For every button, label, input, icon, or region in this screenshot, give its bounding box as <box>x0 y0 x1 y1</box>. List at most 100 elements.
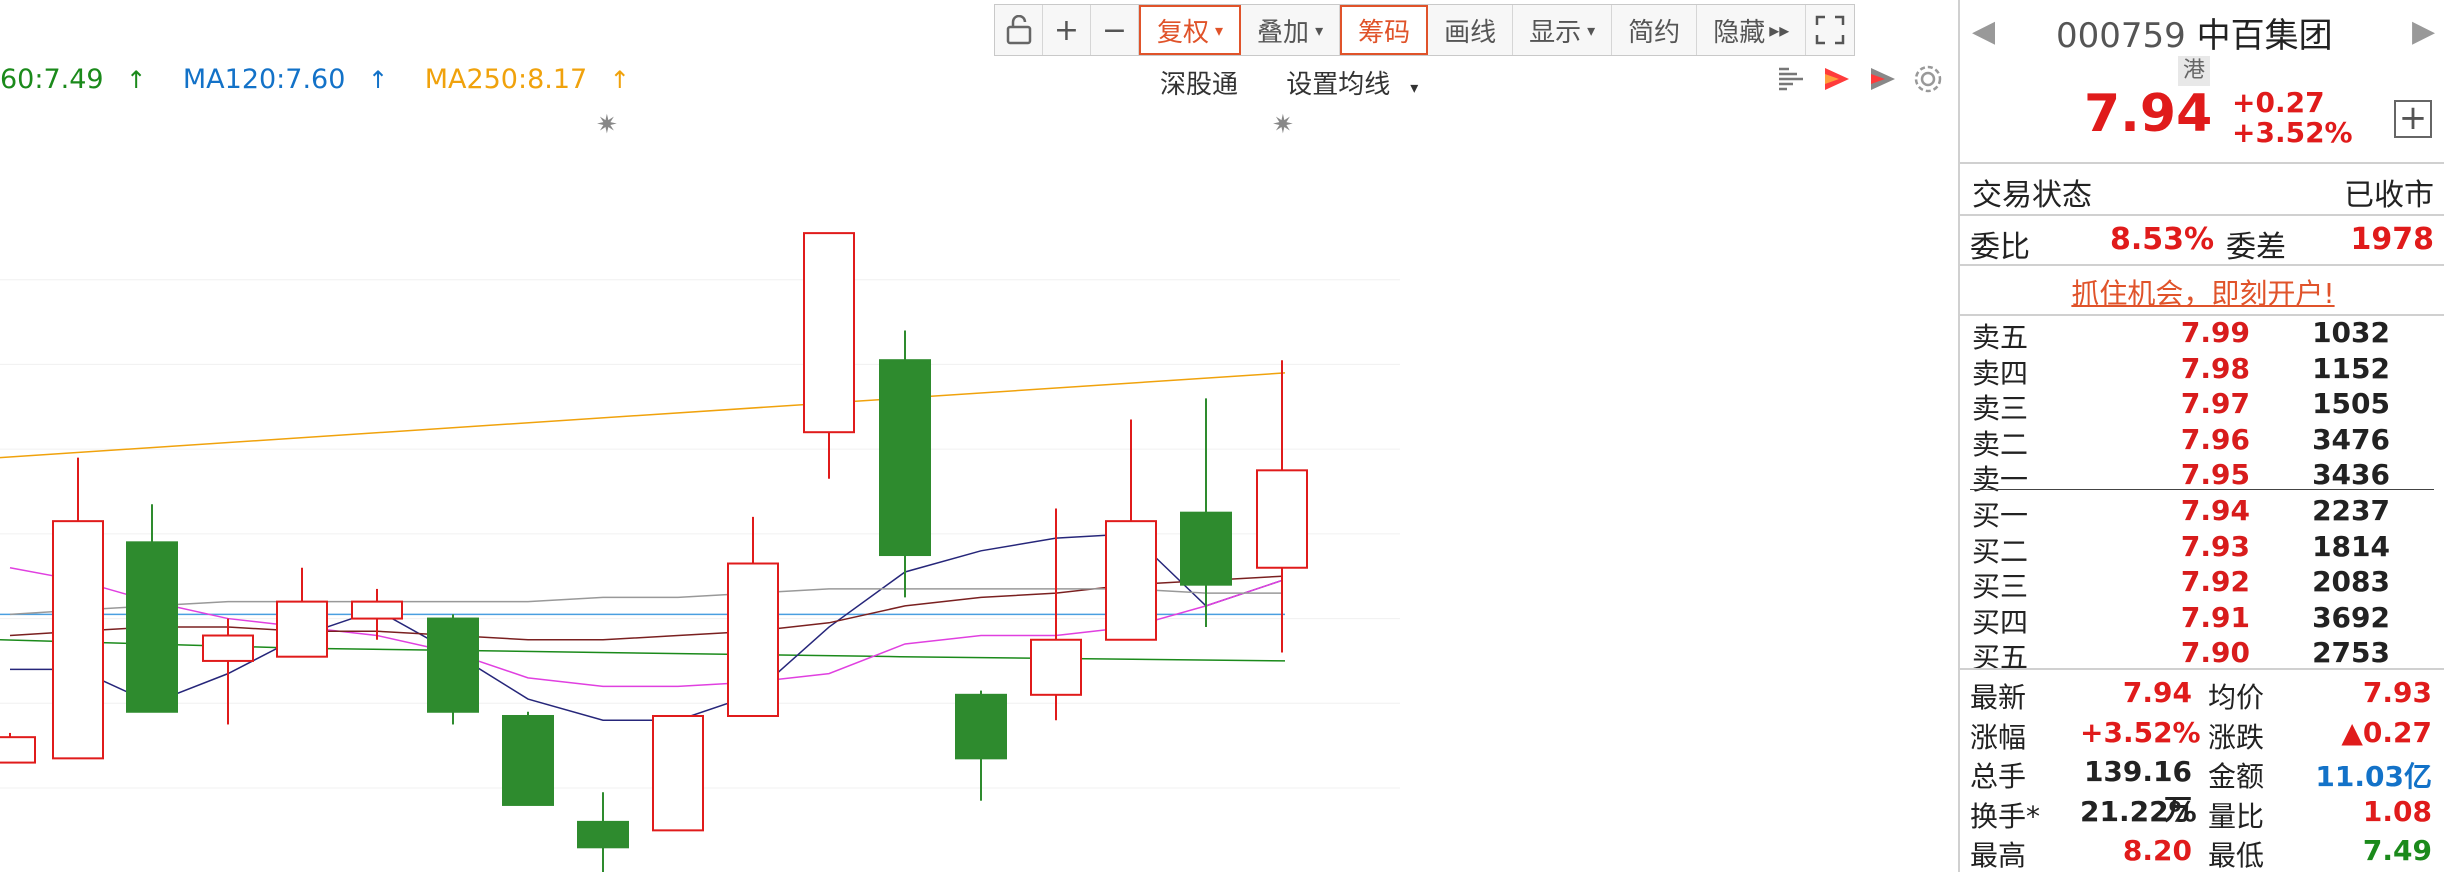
unlock-icon[interactable] <box>995 5 1043 55</box>
stat-value: 11.03亿 <box>2315 760 2432 793</box>
sell-price: 7.99 <box>2180 316 2250 349</box>
price-change: +0.27 +3.52% <box>2232 86 2353 149</box>
sell-label: 卖三 <box>1972 392 2029 425</box>
chart-toolbar: + − 复权 ▾ 叠加 ▾ 筹码 画线 显示 ▾ 简约 隐藏 ▸▸ <box>994 4 1856 56</box>
chip-color-icon[interactable] <box>1820 64 1852 96</box>
quote-panel: ◀ ▶ 000759 中百集团 港 7.94 +0.27 +3.52% + 交易… <box>1958 0 2444 872</box>
up-candle <box>276 600 328 658</box>
up-candle <box>727 562 779 717</box>
stat-label: 最新 <box>1970 681 2027 714</box>
stat-value: 7.49 <box>2362 834 2432 867</box>
zoom-out-button[interactable]: − <box>1091 5 1139 55</box>
ma120-value: MA120:7.60 ↑ <box>182 64 389 95</box>
buy-row[interactable]: 买四 7.91 3692 <box>1960 600 2444 639</box>
stat-label: 涨跌 <box>2208 720 2265 754</box>
sell-label: 卖四 <box>1972 356 2029 390</box>
sell-row[interactable]: 卖四 7.98 1152 <box>1960 351 2444 390</box>
down-candle <box>879 359 931 557</box>
up-candle <box>803 232 855 434</box>
sell-volume: 1032 <box>2312 316 2390 349</box>
buy-label: 买二 <box>1972 534 2029 568</box>
kline-chart[interactable]: 8.608.408.208.007.807.607.407.207.007.47 <box>0 100 1400 872</box>
stat-label: 最高 <box>1970 839 2027 872</box>
buy-price: 7.94 <box>2180 494 2250 527</box>
up-candle <box>52 520 104 760</box>
sell-label: 卖二 <box>1972 427 2029 461</box>
fuquan-button[interactable]: 复权 ▾ <box>1139 5 1242 55</box>
draw-line-button[interactable]: 画线 <box>1428 5 1514 55</box>
up-candle <box>1105 520 1157 641</box>
buy-volume: 2753 <box>2312 636 2390 669</box>
stat-row: 最新 7.94 均价 7.93 <box>1960 676 2444 714</box>
stat-row: 换手* 21.22% 量比 1.08 <box>1960 795 2444 833</box>
promo-row: 抓住机会，即刻开户! <box>1960 272 2444 312</box>
buy-volume: 3692 <box>2312 600 2390 634</box>
fullscreen-icon[interactable] <box>1806 5 1854 55</box>
prev-stock-icon[interactable]: ◀ <box>1972 14 1995 49</box>
event-marker-icon[interactable]: ✷ <box>596 110 618 140</box>
buy-volume: 1814 <box>2312 529 2390 563</box>
down-candle <box>427 617 479 713</box>
sell-volume: 3436 <box>2312 458 2390 491</box>
stat-value: +3.52% <box>2080 715 2201 749</box>
stat-row: 总手 139.16万 金额 11.03亿 <box>1960 755 2444 826</box>
ma30-line <box>9 588 1282 616</box>
ma20-line <box>9 575 1283 641</box>
buy-price: 7.93 <box>2180 529 2250 563</box>
buy-row[interactable]: 买一 7.94 2237 <box>1960 494 2444 532</box>
display-button[interactable]: 显示 ▾ <box>1513 5 1613 55</box>
set-ma-link[interactable]: 设置均线 ▾ <box>1266 70 1418 100</box>
down-candle <box>502 714 554 806</box>
settings-gear-icon[interactable] <box>1912 64 1944 96</box>
sgt-link[interactable]: 深股通 <box>1160 70 1238 100</box>
chip-button[interactable]: 筹码 <box>1340 5 1429 55</box>
buy-label: 买四 <box>1972 605 2029 639</box>
stat-label: 均价 <box>2208 681 2265 714</box>
add-watchlist-button[interactable]: + <box>2394 100 2432 138</box>
stat-label: 金额 <box>2208 760 2265 793</box>
chip-tools <box>1774 64 1944 96</box>
buy-row[interactable]: 买五 7.90 2753 <box>1960 636 2444 674</box>
sell-row[interactable]: 卖三 7.97 1505 <box>1960 387 2444 425</box>
down-candle <box>126 541 178 713</box>
buy-price: 7.90 <box>2180 636 2250 669</box>
stat-row: 涨幅 +3.52% 涨跌 ▲0.27 <box>1960 716 2444 754</box>
buy-row[interactable]: 买二 7.93 1814 <box>1960 529 2444 568</box>
buy-label: 买一 <box>1972 499 2029 532</box>
stat-label: 换手* <box>1970 799 2041 833</box>
stat-row: 最高 8.20 最低 7.49 <box>1960 834 2444 872</box>
buy-volume: 2083 <box>2312 565 2390 598</box>
simple-button[interactable]: 简约 <box>1612 5 1698 55</box>
ma60-value: 60:7.49 ↑ <box>0 64 147 95</box>
up-candle <box>1030 638 1082 696</box>
up-candle <box>652 714 704 832</box>
stock-title: 000759 中百集团 <box>2056 16 2333 56</box>
ma-legend: 60:7.49 ↑ MA120:7.60 ↑ MA250:8.17 ↑ <box>0 64 658 95</box>
stat-label: 涨幅 <box>1970 720 2027 754</box>
hk-connect-badge: 港 <box>2178 56 2210 86</box>
stat-value: 7.93 <box>2362 676 2432 709</box>
next-stock-icon[interactable]: ▶ <box>2412 14 2435 49</box>
sell-volume: 1152 <box>2312 351 2390 385</box>
stat-value: 7.94 <box>2122 676 2192 709</box>
stat-label: 总手 <box>1970 760 2027 793</box>
sub-links: 深股通 设置均线 ▾ <box>1140 64 1418 101</box>
open-account-link[interactable]: 抓住机会，即刻开户! <box>2071 277 2334 310</box>
stat-label: 最低 <box>2208 839 2265 872</box>
bar-list-icon[interactable] <box>1774 64 1806 96</box>
sell-row[interactable]: 卖五 7.99 1032 <box>1960 316 2444 354</box>
stat-value: 21.22% <box>2080 794 2197 828</box>
event-marker-icon[interactable]: ✷ <box>1272 110 1294 140</box>
overlay-button[interactable]: 叠加 ▾ <box>1241 5 1341 55</box>
buy-row[interactable]: 买三 7.92 2083 <box>1960 565 2444 603</box>
chip-gray-icon[interactable] <box>1866 64 1898 96</box>
zoom-in-button[interactable]: + <box>1043 5 1091 55</box>
up-candle <box>202 634 254 662</box>
sell-label: 卖一 <box>1972 463 2029 496</box>
stat-value: 1.08 <box>2362 794 2432 828</box>
buy-label: 买三 <box>1972 570 2029 603</box>
sell-volume: 1505 <box>2312 387 2390 420</box>
sell-row[interactable]: 卖二 7.96 3476 <box>1960 423 2444 461</box>
down-candle <box>1180 511 1232 586</box>
hide-button[interactable]: 隐藏 ▸▸ <box>1697 5 1807 55</box>
